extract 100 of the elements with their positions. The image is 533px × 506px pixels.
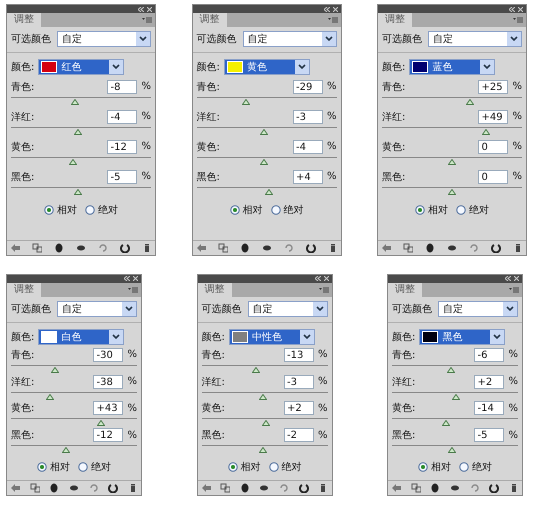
slider-thumb[interactable] bbox=[259, 447, 268, 454]
slider-thumb[interactable] bbox=[260, 128, 268, 134]
slider-thumb[interactable] bbox=[74, 128, 82, 134]
slider-thumb[interactable] bbox=[442, 420, 450, 426]
value-field[interactable]: -2 bbox=[284, 428, 314, 442]
layers-icon[interactable] bbox=[220, 483, 230, 494]
value-field[interactable]: 0 bbox=[478, 140, 508, 154]
close-icon[interactable] bbox=[324, 276, 328, 282]
color-dropdown[interactable]: 中性色 bbox=[228, 328, 315, 345]
layers-icon[interactable] bbox=[410, 483, 421, 494]
slider-thumb[interactable] bbox=[71, 98, 80, 104]
mode-radio[interactable]: 绝对 bbox=[268, 460, 302, 474]
preset-dropdown[interactable]: 自定 bbox=[57, 31, 151, 47]
close-icon[interactable] bbox=[147, 6, 152, 12]
chevron-down-icon[interactable] bbox=[312, 302, 326, 316]
reset-icon[interactable] bbox=[108, 483, 118, 494]
panel-tab[interactable]: 调整 bbox=[198, 282, 232, 297]
trash-icon[interactable] bbox=[513, 243, 523, 253]
collapse-icon[interactable] bbox=[138, 6, 144, 12]
slider-thumb[interactable] bbox=[447, 366, 456, 373]
radio-icon[interactable] bbox=[456, 205, 466, 215]
value-field[interactable]: +43 bbox=[93, 401, 124, 416]
layers-icon[interactable] bbox=[218, 243, 228, 253]
radio-icon[interactable] bbox=[37, 462, 47, 472]
value-field[interactable]: -3 bbox=[292, 110, 323, 124]
slider-thumb[interactable] bbox=[448, 188, 456, 194]
trash-icon[interactable] bbox=[142, 243, 152, 253]
mode-radio[interactable]: 相对 bbox=[44, 203, 77, 217]
value-field[interactable]: -14 bbox=[474, 401, 504, 416]
mode-radio[interactable]: 绝对 bbox=[456, 203, 489, 217]
slider-thumb[interactable] bbox=[62, 447, 70, 454]
back-arrow-icon[interactable] bbox=[10, 483, 20, 494]
reset-icon[interactable] bbox=[491, 243, 501, 253]
value-field[interactable]: +49 bbox=[478, 110, 508, 124]
color-dropdown[interactable]: 白色 bbox=[38, 328, 124, 345]
mode-radio[interactable]: 绝对 bbox=[85, 203, 118, 217]
radio-icon[interactable] bbox=[85, 205, 95, 215]
panel-menu-icon[interactable] bbox=[128, 286, 138, 293]
layers-icon[interactable] bbox=[30, 483, 40, 494]
preset-dropdown[interactable]: 自定 bbox=[438, 300, 518, 317]
panel-tab[interactable]: 调整 bbox=[7, 13, 41, 27]
value-field[interactable]: -4 bbox=[292, 140, 323, 154]
reset-icon[interactable] bbox=[306, 243, 316, 253]
layers-icon[interactable] bbox=[32, 243, 42, 253]
color-dropdown[interactable]: 红色 bbox=[38, 59, 124, 75]
slider-thumb[interactable] bbox=[262, 420, 270, 426]
value-field[interactable]: -12 bbox=[107, 140, 138, 154]
chevron-down-icon[interactable] bbox=[480, 60, 494, 74]
slider-thumb[interactable] bbox=[452, 394, 460, 400]
slider-thumb[interactable] bbox=[252, 366, 260, 373]
chevron-down-icon[interactable] bbox=[507, 32, 521, 46]
chevron-down-icon[interactable] bbox=[136, 32, 150, 46]
radio-icon[interactable] bbox=[418, 462, 428, 472]
value-field[interactable]: -8 bbox=[107, 80, 138, 94]
preset-dropdown[interactable]: 自定 bbox=[242, 31, 336, 47]
close-icon[interactable] bbox=[518, 6, 523, 12]
panel-menu-icon[interactable] bbox=[328, 17, 338, 23]
radio-icon[interactable] bbox=[415, 205, 425, 215]
chevron-down-icon[interactable] bbox=[503, 302, 517, 316]
reset-icon[interactable] bbox=[489, 483, 500, 494]
radio-icon[interactable] bbox=[268, 462, 278, 472]
chevron-down-icon[interactable] bbox=[109, 60, 124, 74]
slider-thumb[interactable] bbox=[265, 188, 274, 194]
mode-radio[interactable]: 绝对 bbox=[459, 460, 492, 474]
chevron-down-icon[interactable] bbox=[109, 330, 124, 344]
mode-radio[interactable]: 相对 bbox=[418, 460, 451, 474]
close-icon[interactable] bbox=[332, 6, 338, 12]
collapse-icon[interactable] bbox=[509, 6, 515, 12]
preset-dropdown[interactable]: 自定 bbox=[248, 300, 328, 317]
close-icon[interactable] bbox=[514, 276, 519, 282]
slider-thumb[interactable] bbox=[260, 158, 268, 164]
collapse-icon[interactable] bbox=[324, 6, 330, 12]
panel-menu-icon[interactable] bbox=[513, 17, 523, 23]
value-field[interactable]: -6 bbox=[474, 348, 504, 362]
value-field[interactable]: 0 bbox=[478, 170, 508, 184]
radio-icon[interactable] bbox=[44, 205, 54, 215]
back-arrow-icon[interactable] bbox=[10, 243, 20, 253]
mode-radio[interactable]: 相对 bbox=[415, 203, 448, 217]
back-arrow-icon[interactable] bbox=[200, 483, 210, 494]
back-arrow-icon[interactable] bbox=[381, 243, 391, 253]
collapse-icon[interactable] bbox=[314, 276, 320, 282]
color-dropdown[interactable]: 黑色 bbox=[419, 328, 506, 345]
reset-icon[interactable] bbox=[120, 243, 130, 253]
slider-thumb[interactable] bbox=[68, 158, 77, 164]
slider-thumb[interactable] bbox=[258, 394, 267, 400]
slider-thumb[interactable] bbox=[242, 98, 250, 104]
radio-icon[interactable] bbox=[459, 462, 469, 472]
slider-thumb[interactable] bbox=[448, 158, 456, 164]
back-arrow-icon[interactable] bbox=[196, 243, 206, 253]
preset-dropdown[interactable]: 自定 bbox=[428, 31, 522, 47]
chevron-down-icon[interactable] bbox=[322, 32, 336, 46]
value-field[interactable]: -29 bbox=[292, 80, 323, 94]
panel-menu-icon[interactable] bbox=[509, 286, 519, 293]
value-field[interactable]: -38 bbox=[93, 374, 124, 389]
chevron-down-icon[interactable] bbox=[122, 302, 136, 316]
reset-icon[interactable] bbox=[298, 483, 309, 494]
panel-tab[interactable]: 调整 bbox=[388, 282, 422, 297]
value-field[interactable]: -13 bbox=[284, 348, 314, 362]
slider-thumb[interactable] bbox=[482, 128, 490, 134]
value-field[interactable]: +25 bbox=[478, 80, 508, 94]
